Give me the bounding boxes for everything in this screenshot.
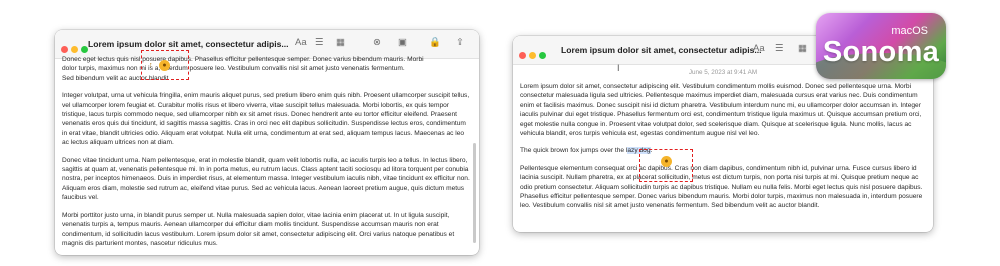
share-icon[interactable]: ⇪: [456, 36, 464, 50]
note-body[interactable]: Donec eget lectus quis nisl posuere dapi…: [62, 55, 471, 255]
format-text-icon[interactable]: Aa: [753, 42, 765, 56]
window-title: Lorem ipsum dolor sit amet, consectetur …: [88, 39, 289, 49]
macos-sonoma-badge: macOS Sonoma: [816, 13, 946, 79]
paragraph: Morbi porttitor justo urna, in blandit p…: [62, 211, 455, 247]
paragraph: Pellentesque elementum consequat orci ac…: [520, 164, 923, 210]
paragraph: Integer volutpat, urna ut vehicula fring…: [62, 92, 470, 147]
window-title: Lorem ipsum dolor sit amet, consectetur …: [561, 45, 762, 55]
format-text-icon[interactable]: Aa: [295, 36, 307, 50]
checklist-icon[interactable]: ☰: [315, 36, 324, 50]
up-arrow-icon[interactable]: ↑: [149, 62, 153, 69]
note-body[interactable]: Lorem ipsum dolor sit amet, consectetur …: [520, 82, 925, 219]
notes-window-left: Lorem ipsum dolor sit amet, consectetur …: [55, 30, 479, 255]
scrollbar[interactable]: [473, 143, 476, 243]
close-button[interactable]: [519, 52, 526, 59]
table-icon[interactable]: ▦: [798, 42, 807, 56]
paragraph: Lorem ipsum dolor sit amet, consectetur …: [520, 83, 922, 138]
close-button[interactable]: [61, 46, 68, 53]
paragraph: Donec vitae tincidunt urna. Nam pellente…: [62, 156, 470, 202]
text-line: Donec eget lectus quis nisl posuere dapi…: [62, 56, 424, 63]
paragraph: The quick brown fox jumps over the lazy …: [520, 146, 925, 155]
minimize-button[interactable]: [529, 52, 536, 59]
checklist-icon[interactable]: ☰: [775, 42, 784, 56]
text-run: The quick brown fox jumps over the l: [520, 147, 628, 155]
table-icon[interactable]: ▦: [336, 36, 345, 50]
microphone-icon[interactable]: ●: [661, 156, 672, 167]
minimize-button[interactable]: [71, 46, 78, 53]
collaborate-icon[interactable]: ⊗: [373, 36, 381, 50]
text-line: dolor turpis, maximus non mi is a, inter…: [62, 65, 405, 73]
badge-big-text: Sonoma: [822, 36, 940, 68]
traffic-lights: [519, 46, 549, 64]
zoom-button[interactable]: [539, 52, 546, 59]
media-icon[interactable]: ▣: [398, 36, 407, 50]
lock-icon[interactable]: 🔒: [429, 36, 441, 50]
microphone-icon[interactable]: ●: [159, 60, 170, 71]
zoom-button[interactable]: [81, 46, 88, 53]
